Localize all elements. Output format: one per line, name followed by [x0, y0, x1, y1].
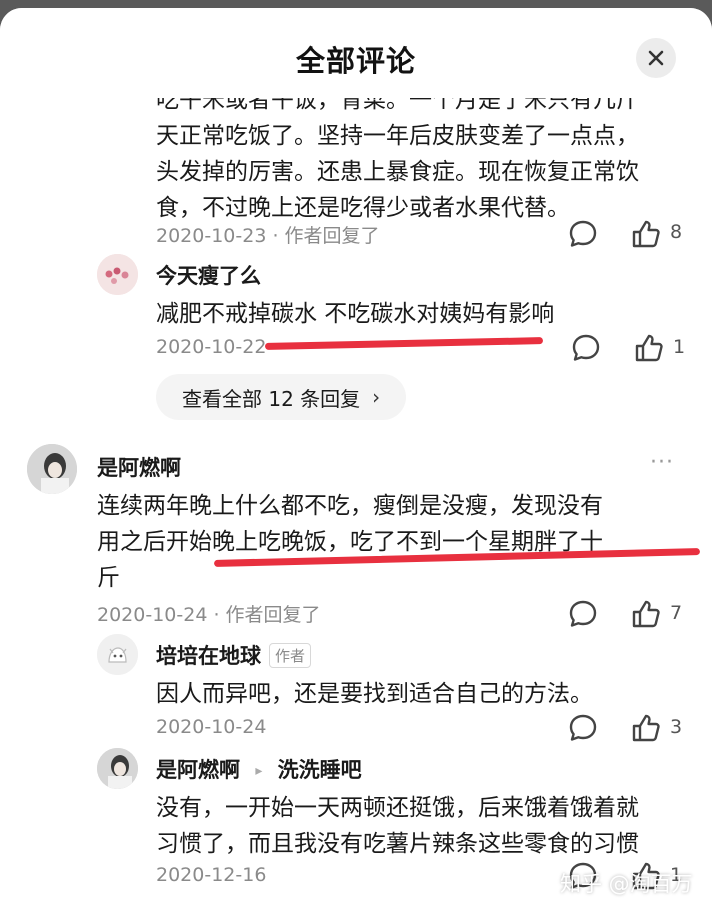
reply-meta: 2020-10-22 — [156, 336, 267, 358]
reply-author[interactable]: 今天瘦了么 — [156, 260, 261, 290]
reply-meta: 2020-12-16 — [156, 864, 267, 886]
sheet-header: 全部评论 — [0, 8, 712, 98]
avatar-image — [97, 634, 138, 675]
reply-author[interactable]: 是阿燃啊 — [156, 758, 240, 782]
thumbs-up-icon[interactable] — [630, 598, 662, 630]
reply-to-user[interactable]: 洗洗睡吧 — [278, 758, 362, 782]
reply-author-name: 培培在地球 — [156, 644, 261, 668]
red-underline — [264, 337, 544, 350]
reply-arrow-icon: ▸ — [255, 763, 263, 779]
chevron-right-icon: › — [372, 385, 381, 409]
reply-author[interactable]: 培培在地球 作者 — [156, 640, 312, 670]
comment-icon[interactable] — [570, 332, 602, 364]
avatar-image — [97, 254, 138, 295]
more-options-icon[interactable]: ··· — [650, 450, 674, 475]
avatar-image — [27, 444, 77, 494]
view-all-label: 查看全部 12 条回复 — [182, 386, 361, 411]
watermark: 知乎 @淘百万 — [560, 872, 693, 896]
comment-author[interactable]: 是阿燃啊 — [97, 452, 181, 482]
reply-text: 因人而异吧，还是要找到适合自己的方法。 — [156, 681, 593, 707]
comment-line: 斤 — [97, 565, 120, 591]
like-count: 8 — [670, 221, 683, 243]
reply-text: 减肥不戒掉碳水 不吃碳水对姨妈有影响 — [156, 301, 555, 327]
view-all-replies-button[interactable]: 查看全部 12 条回复 › — [156, 374, 407, 420]
avatar[interactable] — [27, 444, 77, 494]
comment-meta[interactable]: 2020-10-24 · 作者回复了 — [97, 600, 321, 627]
reply-meta: 2020-10-24 — [156, 716, 267, 738]
like-count: 1 — [673, 336, 686, 358]
avatar-image — [97, 748, 138, 789]
like-count: 3 — [670, 716, 683, 738]
comment-meta[interactable]: 2020-10-23 · 作者回复了 — [156, 221, 380, 248]
avatar[interactable] — [97, 748, 138, 789]
page-title: 全部评论 — [295, 44, 416, 78]
thumbs-up-icon[interactable] — [630, 218, 662, 250]
close-button[interactable] — [636, 38, 676, 78]
thumbs-up-icon[interactable] — [633, 332, 665, 364]
comment-line: 连续两年晚上什么都不吃，瘦倒是没瘦，发现没有 — [97, 493, 603, 519]
close-icon — [648, 50, 664, 66]
reply-line: 习惯了，而且我没有吃薯片辣条这些零食的习惯 — [156, 831, 639, 857]
reply-line: 没有，一开始一天两顿还挺饿，后来饿着饿着就 — [156, 795, 639, 821]
comments-sheet: 吃午米或者午饭，青菜。一个月是了米只有几斤 天正常吃饭了。坚持一年后皮肤变差了一… — [0, 8, 712, 910]
avatar[interactable] — [97, 634, 138, 675]
comment-icon[interactable] — [567, 598, 599, 630]
avatar[interactable] — [97, 254, 138, 295]
like-count: 7 — [670, 602, 683, 624]
comment-line: 天正常吃饭了。坚持一年后皮肤变差了一点点， — [156, 123, 639, 149]
comment-icon[interactable] — [567, 218, 599, 250]
thumbs-up-icon[interactable] — [630, 712, 662, 744]
comment-line: 头发掉的厉害。还患上暴食症。现在恢复正常饮 — [156, 159, 639, 185]
comment-icon[interactable] — [567, 712, 599, 744]
reply-header: 是阿燃啊 ▸ 洗洗睡吧 — [156, 754, 362, 784]
author-badge: 作者 — [269, 643, 312, 668]
